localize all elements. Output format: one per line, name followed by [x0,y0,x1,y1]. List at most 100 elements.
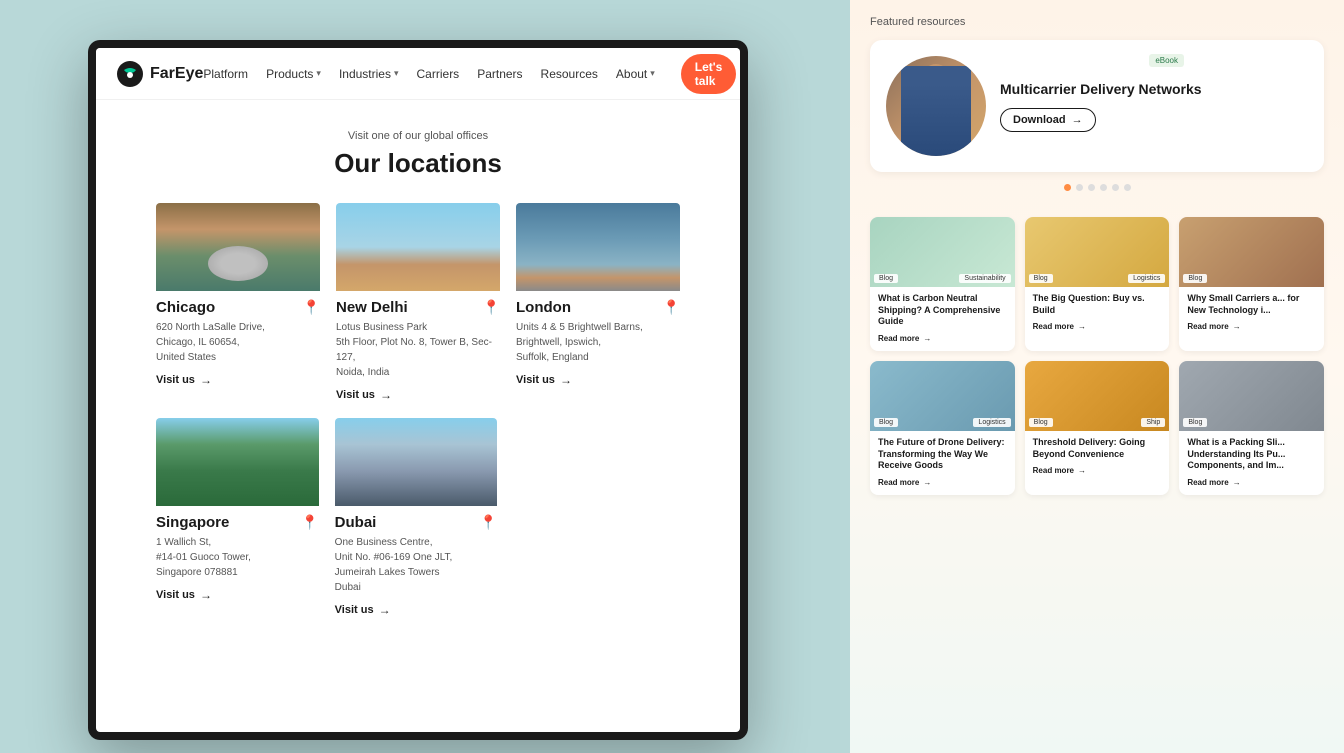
blog-card-smallcarriers[interactable]: Blog Why Small Carriers a... for New Tec… [1179,217,1324,351]
blog-card-packing[interactable]: Blog What is a Packing Sli... Understand… [1179,361,1324,495]
location-card-delhi: New Delhi 📍 Lotus Business Park 5th Floo… [336,203,500,402]
blog-smallcarriers-title: Why Small Carriers a... for New Technolo… [1187,293,1316,316]
logo-text: FarEye [150,65,203,83]
london-name-row: London 📍 [516,299,680,316]
blog-carbon-tag2: Sustainability [959,274,1010,283]
singapore-name-row: Singapore 📍 [156,514,319,531]
dot-1[interactable] [1064,184,1071,191]
blog-carbon-read-more[interactable]: Read more → [878,334,1007,343]
nav-products[interactable]: Products▾ [266,67,321,81]
dubai-info: Dubai 📍 One Business Centre, Unit No. #0… [335,506,498,617]
fareye-logo-icon [116,60,144,88]
blog-smallcarriers-read-more[interactable]: Read more → [1187,322,1316,331]
london-image [516,203,680,291]
dot-2[interactable] [1076,184,1083,191]
dubai-visit-arrow: → [379,603,391,617]
london-pin-icon: 📍 [663,299,680,316]
carousel-dots [870,184,1324,191]
chicago-visit-link[interactable]: Visit us → [156,373,320,387]
london-info: London 📍 Units 4 & 5 Brightwell Barns, B… [516,291,680,387]
blog-card-threshold[interactable]: Blog Ship Threshold Delivery: Going Beyo… [1025,361,1170,495]
dot-3[interactable] [1088,184,1095,191]
delhi-address: Lotus Business Park 5th Floor, Plot No. … [336,320,500,380]
chicago-image [156,203,320,291]
blog-packing-image: Blog [1179,361,1324,431]
blog-threshold-read-more[interactable]: Read more → [1033,466,1162,475]
blog-card-drone[interactable]: Blog Logistics The Future of Drone Deliv… [870,361,1015,495]
person-figure [901,66,971,156]
nav-partners[interactable]: Partners [477,67,522,81]
singapore-visit-link[interactable]: Visit us → [156,588,319,602]
blog-card-carbon[interactable]: Blog Sustainability What is Carbon Neutr… [870,217,1015,351]
london-name: London [516,299,571,316]
blog-card-buyvsbuild[interactable]: Blog Logistics The Big Question: Buy vs.… [1025,217,1170,351]
dubai-name-row: Dubai 📍 [335,514,498,531]
blog-carbon-body: What is Carbon Neutral Shipping? A Compr… [870,287,1015,351]
blog-drone-image: Blog Logistics [870,361,1015,431]
blog-smallcarriers-body: Why Small Carriers a... for New Technolo… [1179,287,1324,339]
blog-grid-row2: Blog Logistics The Future of Drone Deliv… [850,361,1344,495]
dubai-address: One Business Centre, Unit No. #06-169 On… [335,535,498,595]
right-panel: Featured resources eBook Multicarrier De… [850,0,1344,753]
blog-buyvsbuild-tag1: Blog [1029,274,1053,283]
dot-5[interactable] [1112,184,1119,191]
blog-drone-read-more[interactable]: Read more → [878,478,1007,487]
blog-buyvsbuild-read-more[interactable]: Read more → [1033,322,1162,331]
london-visit-link[interactable]: Visit us → [516,373,680,387]
chicago-name-row: Chicago 📍 [156,299,320,316]
dubai-visit-link[interactable]: Visit us → [335,603,498,617]
location-card-dubai: Dubai 📍 One Business Centre, Unit No. #0… [335,418,498,617]
main-content: Visit one of our global offices Our loca… [96,100,740,732]
blog-packing-read-more[interactable]: Read more → [1187,478,1316,487]
nav-links: Platform Products▾ Industries▾ Carriers … [203,54,736,94]
blog-buyvsbuild-image: Blog Logistics [1025,217,1170,287]
location-card-chicago: Chicago 📍 620 North LaSalle Drive, Chica… [156,203,320,402]
blog-buyvsbuild-title: The Big Question: Buy vs. Build [1033,293,1162,316]
singapore-image [156,418,319,506]
ebook-card: eBook Multicarrier Delivery Networks Dow… [870,40,1324,172]
singapore-pin-icon: 📍 [301,514,318,531]
singapore-visit-arrow: → [200,588,212,602]
delhi-image [336,203,500,291]
chicago-address: 620 North LaSalle Drive, Chicago, IL 606… [156,320,320,365]
page-subtitle: Visit one of our global offices [156,130,680,142]
blog-drone-tag2: Logistics [973,418,1010,427]
nav-about[interactable]: About▾ [616,67,655,81]
ebook-info: Multicarrier Delivery Networks Download … [1000,80,1308,132]
download-button[interactable]: Download → [1000,108,1096,132]
blog-threshold-tag1: Blog [1029,418,1053,427]
nav-platform[interactable]: Platform [203,67,248,81]
blog-smallcarriers-image: Blog [1179,217,1324,287]
delhi-name: New Delhi [336,299,408,316]
browser-content: FarEye Platform Products▾ Industries▾ Ca… [96,48,740,732]
blog-buyvsbuild-body: The Big Question: Buy vs. Build Read mor… [1025,287,1170,339]
delhi-name-row: New Delhi 📍 [336,299,500,316]
singapore-info: Singapore 📍 1 Wallich St, #14-01 Guoco T… [156,506,319,602]
locations-grid-row1: Chicago 📍 620 North LaSalle Drive, Chica… [156,203,680,402]
dot-4[interactable] [1100,184,1107,191]
blog-packing-title: What is a Packing Sli... Understanding I… [1187,437,1316,472]
nav-cta-button[interactable]: Let's talk [681,54,737,94]
location-card-singapore: Singapore 📍 1 Wallich St, #14-01 Guoco T… [156,418,319,617]
dubai-pin-icon: 📍 [480,514,497,531]
locations-grid-row2: Singapore 📍 1 Wallich St, #14-01 Guoco T… [156,418,680,617]
nav-resources[interactable]: Resources [541,67,598,81]
nav-industries[interactable]: Industries▾ [339,67,399,81]
blog-threshold-body: Threshold Delivery: Going Beyond Conveni… [1025,431,1170,483]
ebook-person-image [886,56,986,156]
dot-6[interactable] [1124,184,1131,191]
nav-carriers[interactable]: Carriers [417,67,460,81]
london-visit-arrow: → [560,373,572,387]
blog-smallcarriers-tag1: Blog [1183,274,1207,283]
chicago-name: Chicago [156,299,215,316]
dubai-name: Dubai [335,514,377,531]
blog-packing-body: What is a Packing Sli... Understanding I… [1179,431,1324,495]
delhi-info: New Delhi 📍 Lotus Business Park 5th Floo… [336,291,500,402]
page-title: Our locations [156,148,680,179]
delhi-visit-link[interactable]: Visit us → [336,388,500,402]
blog-grid-row1: Blog Sustainability What is Carbon Neutr… [850,217,1344,351]
navbar: FarEye Platform Products▾ Industries▾ Ca… [96,48,740,100]
blog-drone-body: The Future of Drone Delivery: Transformi… [870,431,1015,495]
blog-drone-title: The Future of Drone Delivery: Transformi… [878,437,1007,472]
logo[interactable]: FarEye [116,60,203,88]
